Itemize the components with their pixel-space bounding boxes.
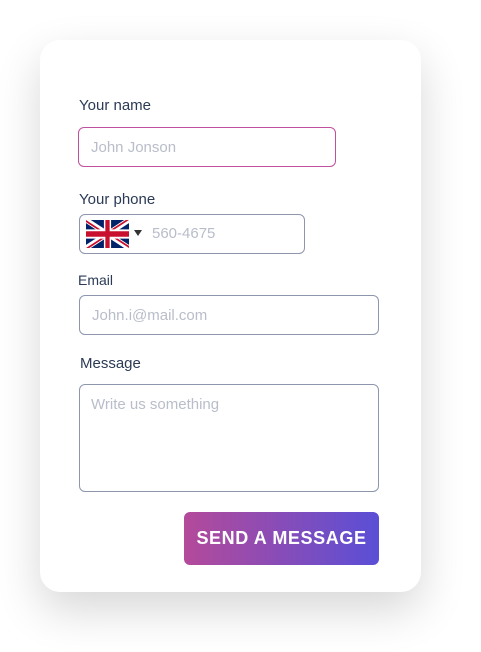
caret-down-icon[interactable] bbox=[134, 230, 142, 236]
message-textarea[interactable]: Write us something bbox=[79, 384, 379, 492]
message-textarea-placeholder: Write us something bbox=[91, 396, 220, 413]
name-input[interactable]: John Jonson bbox=[78, 127, 336, 167]
name-input-placeholder: John Jonson bbox=[91, 138, 177, 156]
phone-input[interactable]: 560-4675 bbox=[79, 214, 305, 254]
email-input[interactable]: John.i@mail.com bbox=[79, 295, 379, 335]
name-label: Your name bbox=[79, 97, 151, 114]
phone-input-placeholder: 560-4675 bbox=[152, 225, 216, 242]
send-message-button[interactable]: SEND A MESSAGE bbox=[184, 512, 379, 565]
message-label: Message bbox=[80, 355, 141, 372]
phone-label: Your phone bbox=[79, 191, 156, 208]
email-input-placeholder: John.i@mail.com bbox=[92, 306, 208, 324]
uk-flag-icon[interactable] bbox=[86, 220, 129, 248]
contact-form-card: Your name John Jonson Your phone 560-467… bbox=[40, 40, 421, 592]
email-label: Email bbox=[78, 272, 114, 288]
